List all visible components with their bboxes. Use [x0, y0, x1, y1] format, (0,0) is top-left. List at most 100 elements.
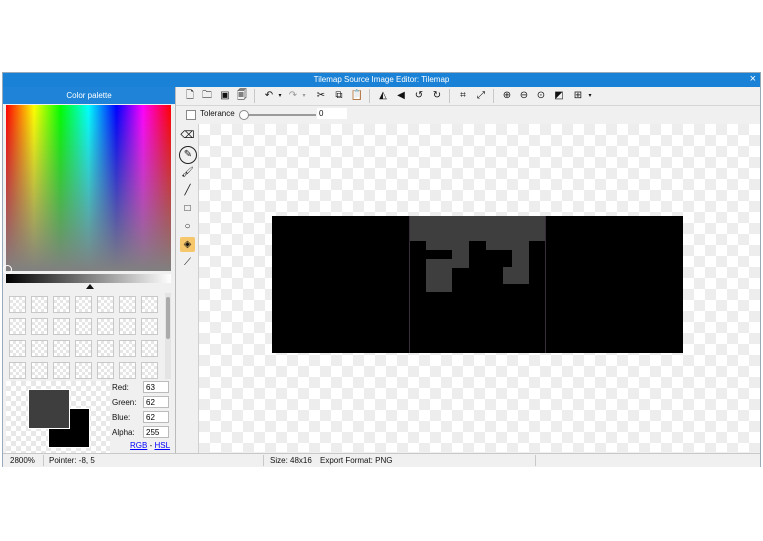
- toolbar-divider: [254, 89, 255, 103]
- red-input[interactable]: [143, 381, 169, 393]
- redo-dropdown-icon[interactable]: ▾: [301, 89, 307, 103]
- tolerance-slider-knob[interactable]: [239, 110, 249, 120]
- color-mode-links: RGB - HSL: [130, 441, 170, 450]
- line-icon[interactable]: ╱: [180, 183, 195, 198]
- undo-dropdown-icon[interactable]: ▾: [277, 89, 283, 103]
- palette-swatch[interactable]: [9, 362, 26, 379]
- palette-swatch[interactable]: [119, 296, 136, 313]
- eyedropper-icon[interactable]: ⟋: [180, 255, 195, 270]
- paste-icon[interactable]: 📋: [350, 89, 364, 103]
- palette-swatch[interactable]: [75, 340, 92, 357]
- gray-pixel-block: [503, 267, 529, 284]
- save-as-icon[interactable]: 🗐: [235, 89, 249, 103]
- palette-swatch[interactable]: [141, 362, 158, 379]
- green-input[interactable]: [143, 396, 169, 408]
- palette-swatch[interactable]: [119, 318, 136, 335]
- tolerance-slider-track[interactable]: [243, 114, 316, 116]
- crop-icon[interactable]: ⌗: [456, 89, 470, 103]
- color-preview: [6, 381, 110, 453]
- zoom-out-icon[interactable]: ⊖: [517, 89, 531, 103]
- save-icon[interactable]: ▣: [218, 89, 232, 103]
- grid-icon[interactable]: ⊞: [571, 89, 585, 103]
- flip-vertical-icon[interactable]: ◀: [394, 89, 408, 103]
- brush-icon[interactable]: 🖌: [180, 165, 195, 180]
- palette-swatch[interactable]: [75, 296, 92, 313]
- toolbar-divider: [449, 89, 450, 103]
- palette-swatch[interactable]: [97, 296, 114, 313]
- toggle-background-icon[interactable]: ◩: [552, 89, 566, 103]
- palette-swatch[interactable]: [9, 296, 26, 313]
- editor-window: Tilemap Source Image Editor: Tilemap × C…: [2, 72, 761, 467]
- hsl-link[interactable]: HSL: [154, 441, 170, 450]
- fill-bucket-icon[interactable]: ◈: [180, 237, 195, 252]
- color-palette-panel: Color palette Red: Green: Blue: Alpha: R…: [3, 87, 176, 453]
- rotate-left-icon[interactable]: ↺: [412, 89, 426, 103]
- gray-pixel-block: [426, 241, 469, 250]
- new-file-icon[interactable]: 🗋: [183, 89, 197, 103]
- window-title: Tilemap Source Image Editor: Tilemap: [313, 75, 450, 84]
- status-divider: [263, 455, 264, 466]
- tile-boundary: [545, 216, 546, 353]
- palette-swatch[interactable]: [141, 340, 158, 357]
- title-bar: Tilemap Source Image Editor: Tilemap ×: [3, 73, 760, 87]
- red-label: Red:: [112, 383, 129, 392]
- palette-swatch[interactable]: [53, 318, 70, 335]
- color-spectrum-picker[interactable]: [3, 105, 171, 274]
- toolbar-divider: [369, 89, 370, 103]
- palette-swatch[interactable]: [31, 362, 48, 379]
- rotate-right-icon[interactable]: ↻: [430, 89, 444, 103]
- swatch-scrollbar[interactable]: [165, 293, 171, 379]
- rectangle-icon[interactable]: □: [180, 201, 195, 216]
- palette-swatch[interactable]: [119, 340, 136, 357]
- palette-swatch[interactable]: [53, 340, 70, 357]
- spectrum-cursor[interactable]: [3, 265, 12, 274]
- gray-pixel-block: [409, 216, 546, 241]
- status-divider: [43, 455, 44, 466]
- primary-color-swatch[interactable]: [28, 389, 70, 429]
- grayscale-ramp[interactable]: [6, 274, 171, 283]
- alpha-input[interactable]: [143, 426, 169, 438]
- palette-swatch[interactable]: [97, 362, 114, 379]
- grid-dropdown-icon[interactable]: ▾: [587, 89, 593, 103]
- palette-swatch[interactable]: [97, 340, 114, 357]
- drawing-tools: ⌫ ✎ 🖌 ╱ □ ○ ◈ ⟋: [176, 124, 199, 453]
- ramp-marker-icon[interactable]: [86, 284, 94, 289]
- flip-horizontal-icon[interactable]: ◭: [376, 89, 390, 103]
- copy-icon[interactable]: ⧉: [332, 89, 346, 103]
- rgb-link[interactable]: RGB: [130, 441, 147, 450]
- palette-swatch[interactable]: [53, 296, 70, 313]
- palette-swatch[interactable]: [119, 362, 136, 379]
- blue-label: Blue:: [112, 413, 131, 422]
- open-folder-icon[interactable]: 🗀: [200, 89, 214, 103]
- blue-input[interactable]: [143, 411, 169, 423]
- cut-icon[interactable]: ✂: [314, 89, 328, 103]
- undo-icon[interactable]: ↶: [262, 89, 276, 103]
- palette-swatch[interactable]: [31, 318, 48, 335]
- image-size: Size: 48x16: [270, 456, 312, 465]
- palette-swatch[interactable]: [141, 318, 158, 335]
- palette-swatch[interactable]: [75, 318, 92, 335]
- redo-icon[interactable]: ↷: [286, 89, 300, 103]
- status-divider: [535, 455, 536, 466]
- palette-swatch[interactable]: [75, 362, 92, 379]
- palette-swatch[interactable]: [9, 340, 26, 357]
- palette-swatch[interactable]: [31, 296, 48, 313]
- zoom-fit-icon[interactable]: ⊙: [534, 89, 548, 103]
- eraser-icon[interactable]: ⌫: [180, 128, 195, 143]
- close-icon[interactable]: ×: [750, 73, 756, 86]
- ellipse-icon[interactable]: ○: [180, 219, 195, 234]
- palette-swatch[interactable]: [9, 318, 26, 335]
- resize-icon[interactable]: ⤢: [474, 89, 488, 103]
- tilemap-image[interactable]: [272, 216, 683, 353]
- pencil-icon[interactable]: ✎: [179, 146, 197, 164]
- drawing-canvas[interactable]: [199, 124, 760, 452]
- palette-swatch[interactable]: [97, 318, 114, 335]
- tile-boundary: [409, 216, 410, 353]
- palette-swatch[interactable]: [31, 340, 48, 357]
- zoom-in-icon[interactable]: ⊕: [500, 89, 514, 103]
- pointer-position: Pointer: -8, 5: [49, 456, 95, 465]
- palette-swatch[interactable]: [53, 362, 70, 379]
- palette-swatch[interactable]: [141, 296, 158, 313]
- scrollbar-thumb[interactable]: [166, 297, 170, 339]
- tolerance-checkbox[interactable]: [186, 110, 196, 120]
